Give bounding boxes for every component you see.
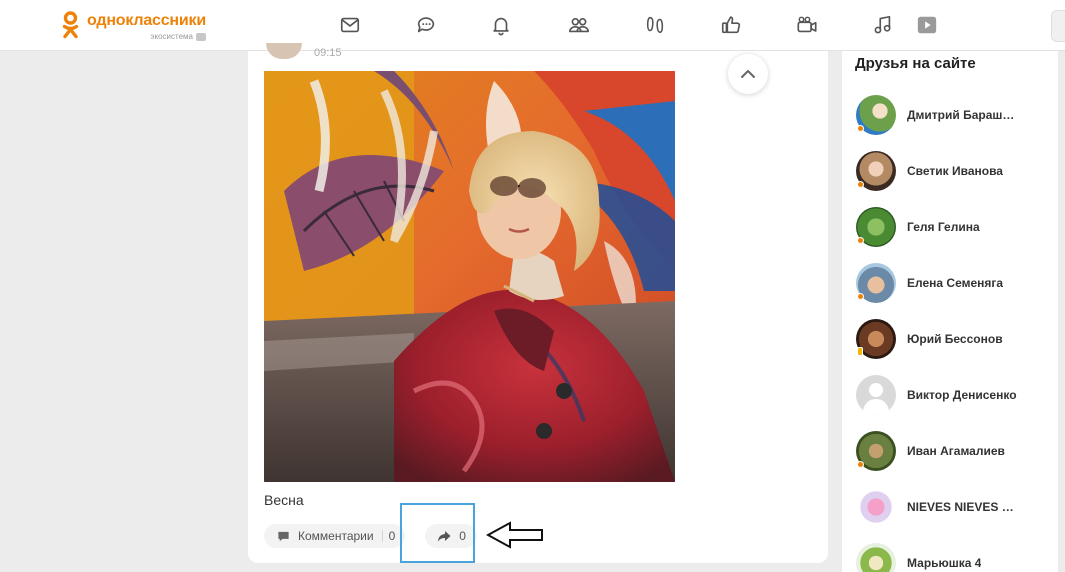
guests-icon[interactable]: [642, 12, 668, 38]
post-time: 09:15: [314, 47, 342, 59]
header-search-edge[interactable]: [1051, 10, 1065, 42]
avatar: [856, 263, 896, 303]
friends-icon[interactable]: [566, 12, 592, 38]
post-photo[interactable]: [264, 71, 675, 482]
online-status-icon: [857, 293, 864, 300]
mobile-status-icon: [857, 347, 863, 356]
friend-name: Елена Семеняга: [907, 276, 1004, 290]
music-icon[interactable]: [870, 12, 896, 38]
logo-name: одноклассники: [87, 12, 206, 29]
post-author-avatar[interactable]: [266, 43, 302, 59]
annotation-arrow-icon: [485, 520, 544, 555]
friend-item[interactable]: Марьюшка 4: [856, 543, 1056, 572]
friend-name: Юрий Бессонов: [907, 332, 1003, 346]
avatar: [856, 207, 896, 247]
scroll-up-button[interactable]: [728, 54, 768, 94]
mail-icon[interactable]: [337, 12, 363, 38]
friends-online-sidebar: Друзья на сайте Дмитрий Бараш… Светик Ив…: [842, 51, 1058, 572]
avatar: [856, 319, 896, 359]
divider: [381, 530, 383, 542]
ok-logo-icon: [62, 11, 79, 39]
friend-item[interactable]: NIEVES NIEVES …: [856, 487, 1056, 527]
friend-item[interactable]: Елена Семеняга: [856, 263, 1056, 303]
friend-name: Виктор Денисенко: [907, 388, 1017, 402]
friend-name: NIEVES NIEVES …: [907, 500, 1014, 514]
friend-item[interactable]: Геля Гелина: [856, 207, 1056, 247]
avatar: [856, 431, 896, 471]
friend-name: Геля Гелина: [907, 220, 980, 234]
online-status-icon: [857, 237, 864, 244]
online-status-icon: [857, 181, 864, 188]
friend-item[interactable]: Светик Иванова: [856, 151, 1056, 191]
friend-item[interactable]: Дмитрий Бараш…: [856, 95, 1056, 135]
chevron-up-icon: [741, 70, 755, 78]
bell-icon[interactable]: [488, 12, 514, 38]
friend-name: Иван Агамалиев: [907, 444, 1005, 458]
avatar: [856, 487, 896, 527]
default-avatar-icon: [856, 375, 896, 415]
feed-post-card: 09:15 Весна Комментарии 0 0: [248, 43, 828, 563]
ok-logo[interactable]: одноклассники экосистема: [62, 11, 206, 42]
chat-icon[interactable]: [413, 12, 439, 38]
post-caption: Весна: [264, 492, 304, 508]
friend-name: Дмитрий Бараш…: [907, 108, 1015, 122]
friend-item[interactable]: Иван Агамалиев: [856, 431, 1056, 471]
comments-button[interactable]: Комментарии 0: [264, 524, 406, 548]
comments-count: 0: [388, 529, 396, 543]
avatar: [856, 151, 896, 191]
play-icon[interactable]: [914, 12, 940, 38]
comments-label: Комментарии: [298, 529, 374, 543]
top-bar: одноклассники экосистема: [0, 0, 1065, 51]
vk-icon: [195, 33, 206, 41]
sidebar-title: Друзья на сайте: [855, 55, 976, 72]
online-status-icon: [857, 461, 864, 468]
video-icon[interactable]: [794, 12, 820, 38]
logo-subtitle: экосистема: [87, 32, 206, 42]
avatar: [856, 95, 896, 135]
online-status-icon: [857, 125, 864, 132]
comment-icon: [276, 529, 290, 543]
avatar: [856, 543, 896, 572]
friend-name: Марьюшка 4: [907, 556, 982, 570]
annotation-highlight-box: [400, 503, 475, 563]
friend-item[interactable]: Виктор Денисенко: [856, 375, 1056, 415]
like-icon[interactable]: [718, 12, 744, 38]
friend-name: Светик Иванова: [907, 164, 1003, 178]
friend-item[interactable]: Юрий Бессонов: [856, 319, 1056, 359]
